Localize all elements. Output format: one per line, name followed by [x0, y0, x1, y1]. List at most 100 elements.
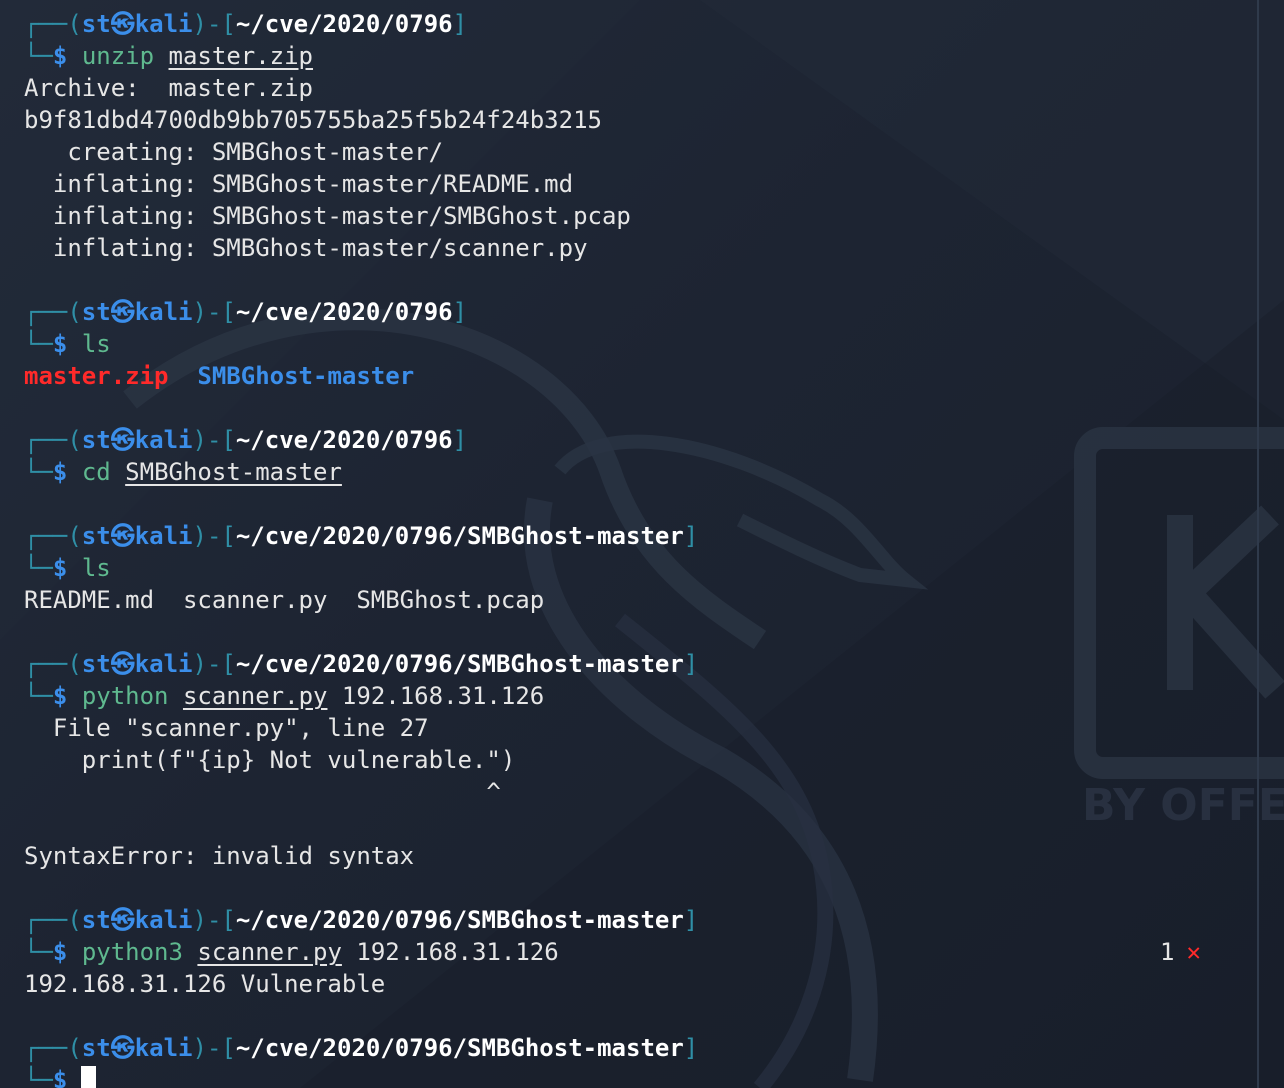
prompt-corner: └─ [24, 330, 53, 358]
command-name[interactable]: ls [82, 554, 111, 582]
output-text: SyntaxError: invalid syntax [24, 842, 415, 870]
listing-entry: SMBGhost-master [197, 362, 415, 390]
prompt-dollar: $ [52, 938, 68, 966]
command-line: └─$ ls [24, 552, 1264, 584]
prompt-host: kali [134, 1034, 193, 1062]
prompt-corner: └─ [24, 554, 53, 582]
prompt-corner: └─ [24, 1066, 53, 1088]
output-line: File "scanner.py", line 27 [24, 712, 1264, 744]
command-arg[interactable]: scanner.py [183, 682, 328, 710]
prompt-user: st [81, 426, 111, 454]
prompt-host: kali [134, 10, 193, 38]
prompt-user: st [81, 298, 111, 326]
listing-entry: master.zip [24, 362, 169, 390]
prompt-frame-open: ┌──( [24, 426, 82, 454]
prompt-host: kali [134, 522, 193, 550]
output-line: SyntaxError: invalid syntax [24, 840, 1264, 872]
prompt-frame-close: ] [683, 1034, 699, 1062]
command-name[interactable]: unzip [82, 42, 154, 70]
prompt-frame-close: ] [452, 298, 468, 326]
prompt-path: ~/cve/2020/0796 [235, 426, 453, 454]
output-text: b9f81dbd4700db9bb705755ba25f5b24f24b3215 [24, 106, 602, 134]
prompt-path: ~/cve/2020/0796/SMBGhost-master [235, 906, 684, 934]
prompt-dollar: $ [52, 682, 68, 710]
prompt-at-icon: ㉿ [110, 1034, 135, 1062]
prompt-frame-mid: )-[ [192, 298, 236, 326]
prompt-frame-open: ┌──( [24, 298, 82, 326]
output-text: creating: SMBGhost-master/ [24, 138, 444, 166]
command-arg[interactable]: SMBGhost-master [125, 458, 342, 486]
exit-status: 1 ✕ [1160, 936, 1201, 968]
output-text: 192.168.31.126 Vulnerable [24, 970, 386, 998]
prompt-frame-mid: )-[ [192, 1034, 236, 1062]
command-name[interactable]: python3 [82, 938, 183, 966]
prompt-frame-close: ] [683, 650, 699, 678]
prompt-frame-close: ] [452, 426, 468, 454]
prompt-corner: └─ [24, 42, 53, 70]
output-text: Archive: master.zip [24, 74, 313, 102]
prompt-frame-mid: )-[ [192, 426, 236, 454]
terminal-output: ┌──(st㉿kali)-[~/cve/2020/0796] └─$ unzip … [24, 8, 1264, 1088]
prompt-host: kali [134, 298, 193, 326]
prompt-at-icon: ㉿ [110, 10, 135, 38]
prompt-header: ┌──(st㉿kali)-[~/cve/2020/0796] [24, 8, 1264, 40]
prompt-header: ┌──(st㉿kali)-[~/cve/2020/0796/SMBGhost-m… [24, 648, 1264, 680]
prompt-path: ~/cve/2020/0796 [235, 298, 453, 326]
output-line: inflating: SMBGhost-master/SMBGhost.pcap [24, 200, 1264, 232]
output-line: inflating: SMBGhost-master/scanner.py [24, 232, 1264, 264]
prompt-corner: └─ [24, 682, 53, 710]
command-line: └─$ ls [24, 328, 1264, 360]
prompt-dollar: $ [52, 330, 68, 358]
prompt-frame-mid: )-[ [192, 522, 236, 550]
prompt-frame-mid: )-[ [192, 10, 236, 38]
prompt-path: ~/cve/2020/0796 [235, 10, 453, 38]
command-arg[interactable]: scanner.py [197, 938, 342, 966]
prompt-path: ~/cve/2020/0796/SMBGhost-master [235, 522, 684, 550]
prompt-at-icon: ㉿ [110, 650, 135, 678]
prompt-frame-open: ┌──( [24, 906, 82, 934]
prompt-frame-close: ] [683, 906, 699, 934]
prompt-header: ┌──(st㉿kali)-[~/cve/2020/0796/SMBGhost-m… [24, 1032, 1264, 1064]
error-x-icon: ✕ [1186, 938, 1201, 966]
prompt-host: kali [134, 426, 193, 454]
prompt-frame-open: ┌──( [24, 650, 82, 678]
prompt-dollar: $ [52, 1066, 68, 1088]
command-line: └─$ python3 scanner.py 192.168.31.126 1 ✕ [24, 936, 1264, 968]
output-line: creating: SMBGhost-master/ [24, 136, 1264, 168]
output-line: README.md scanner.py SMBGhost.pcap [24, 584, 1264, 616]
command-arg[interactable]: 192.168.31.126 [342, 682, 544, 710]
command-arg[interactable]: master.zip [169, 42, 314, 70]
terminal-window[interactable]: BY OFFE ┌──(st㉿kali)-[~/cve/2020/0796] └─… [0, 0, 1284, 1088]
prompt-frame-open: ┌──( [24, 1034, 82, 1062]
prompt-frame-open: ┌──( [24, 522, 82, 550]
prompt-header: ┌──(st㉿kali)-[~/cve/2020/0796/SMBGhost-m… [24, 904, 1264, 936]
prompt-frame-close: ] [683, 522, 699, 550]
command-line: └─$ cd SMBGhost-master [24, 456, 1264, 488]
prompt-corner: └─ [24, 458, 53, 486]
output-line: inflating: SMBGhost-master/README.md [24, 168, 1264, 200]
text-cursor[interactable] [81, 1066, 97, 1088]
output-text: print(f"{ip} Not vulnerable.") [24, 746, 516, 774]
command-name[interactable]: python [82, 682, 169, 710]
command-name[interactable]: ls [82, 330, 111, 358]
prompt-user: st [81, 906, 111, 934]
prompt-frame-mid: )-[ [192, 650, 236, 678]
command-name[interactable]: cd [82, 458, 111, 486]
prompt-frame-open: ┌──( [24, 10, 82, 38]
prompt-dollar: $ [52, 458, 68, 486]
command-arg[interactable]: 192.168.31.126 [356, 938, 558, 966]
prompt-user: st [81, 10, 111, 38]
output-line: print(f"{ip} Not vulnerable.") [24, 744, 1264, 776]
prompt-at-icon: ㉿ [110, 426, 135, 454]
prompt-header: ┌──(st㉿kali)-[~/cve/2020/0796] [24, 424, 1264, 456]
prompt-host: kali [134, 650, 193, 678]
output-line: Archive: master.zip [24, 72, 1264, 104]
prompt-dollar: $ [52, 42, 68, 70]
prompt-host: kali [134, 906, 193, 934]
